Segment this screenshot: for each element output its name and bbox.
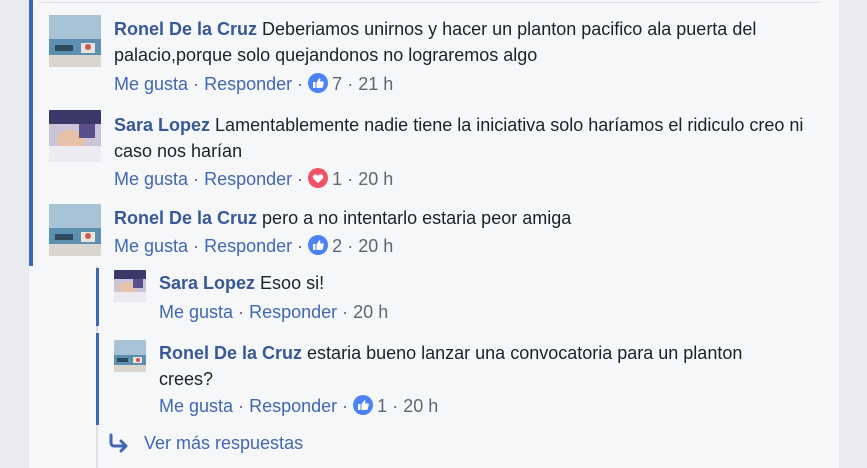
author-name[interactable]: Ronel De la Cruz [114,208,257,228]
reply-highlight-bar [96,333,99,425]
avatar[interactable] [114,270,146,302]
like-button[interactable]: Me gusta [159,302,233,322]
comment-body: Sara Lopez Lamentablemente nadie tiene l… [114,112,814,164]
avatar[interactable] [49,15,101,67]
reaction-count[interactable]: 1 [332,169,342,189]
divider [39,2,819,3]
separator: · [297,169,304,189]
like-button[interactable]: Me gusta [159,396,233,416]
avatar[interactable] [114,340,146,372]
comment-actions: Me gusta · Responder · 7 · 21 h [114,73,393,95]
timestamp[interactable]: 20 h [358,236,393,256]
separator: · [392,396,399,416]
separator: · [297,74,304,94]
reply-arrow-icon [108,433,130,453]
more-replies-link[interactable]: Ver más respuestas [108,431,303,455]
comment-actions: Me gusta · Responder · 1 · 20 h [114,168,393,190]
separator: · [193,74,200,94]
author-name[interactable]: Sara Lopez [159,273,255,293]
timestamp[interactable]: 20 h [403,396,438,416]
separator: · [193,169,200,189]
author-name[interactable]: Ronel De la Cruz [114,19,257,39]
reply-actions: Me gusta · Responder · 1 · 20 h [159,395,438,417]
like-button[interactable]: Me gusta [114,236,188,256]
love-icon[interactable] [308,168,329,188]
comment-body: Ronel De la Cruz Deberiamos unirnos y ha… [114,16,814,68]
separator: · [297,236,304,256]
separator: · [238,302,245,322]
comment-actions: Me gusta · Responder · 2 · 20 h [114,235,393,257]
avatar[interactable] [49,110,101,162]
like-button[interactable]: Me gusta [114,169,188,189]
reaction-count[interactable]: 7 [332,74,342,94]
reply-text: Esoo si! [260,273,325,293]
author-name[interactable]: Sara Lopez [114,115,210,135]
avatar[interactable] [49,204,101,256]
reply-button[interactable]: Responder [249,302,337,322]
reply-button[interactable]: Responder [249,396,337,416]
reply-button[interactable]: Responder [204,74,292,94]
reaction-count[interactable]: 1 [377,396,387,416]
reaction-count[interactable]: 2 [332,236,342,256]
thread-highlight-bar [29,0,33,266]
like-icon[interactable] [308,73,329,93]
like-icon[interactable] [308,235,329,255]
separator: · [347,74,354,94]
separator: · [193,236,200,256]
reply-button[interactable]: Responder [204,236,292,256]
reply-body: Sara Lopez Esoo si! [159,270,809,296]
reply-actions: Me gusta · Responder · 20 h [159,301,388,323]
comment-text: pero a no intentarlo estaria peor amiga [262,208,572,228]
like-button[interactable]: Me gusta [114,74,188,94]
separator: · [347,236,354,256]
separator: · [238,396,245,416]
timestamp[interactable]: 21 h [358,74,393,94]
reply-body: Ronel De la Cruz estaria bueno lanzar un… [159,340,759,392]
more-replies-label[interactable]: Ver más respuestas [144,433,303,453]
like-icon[interactable] [353,395,374,415]
separator: · [342,302,349,322]
separator: · [342,396,349,416]
timestamp[interactable]: 20 h [353,302,388,322]
separator: · [347,169,354,189]
author-name[interactable]: Ronel De la Cruz [159,343,302,363]
comment-body: Ronel De la Cruz pero a no intentarlo es… [114,205,814,231]
reply-button[interactable]: Responder [204,169,292,189]
timestamp[interactable]: 20 h [358,169,393,189]
reply-highlight-bar [96,268,99,326]
comment-text: Lamentablemente nadie tiene la iniciativ… [114,115,804,161]
